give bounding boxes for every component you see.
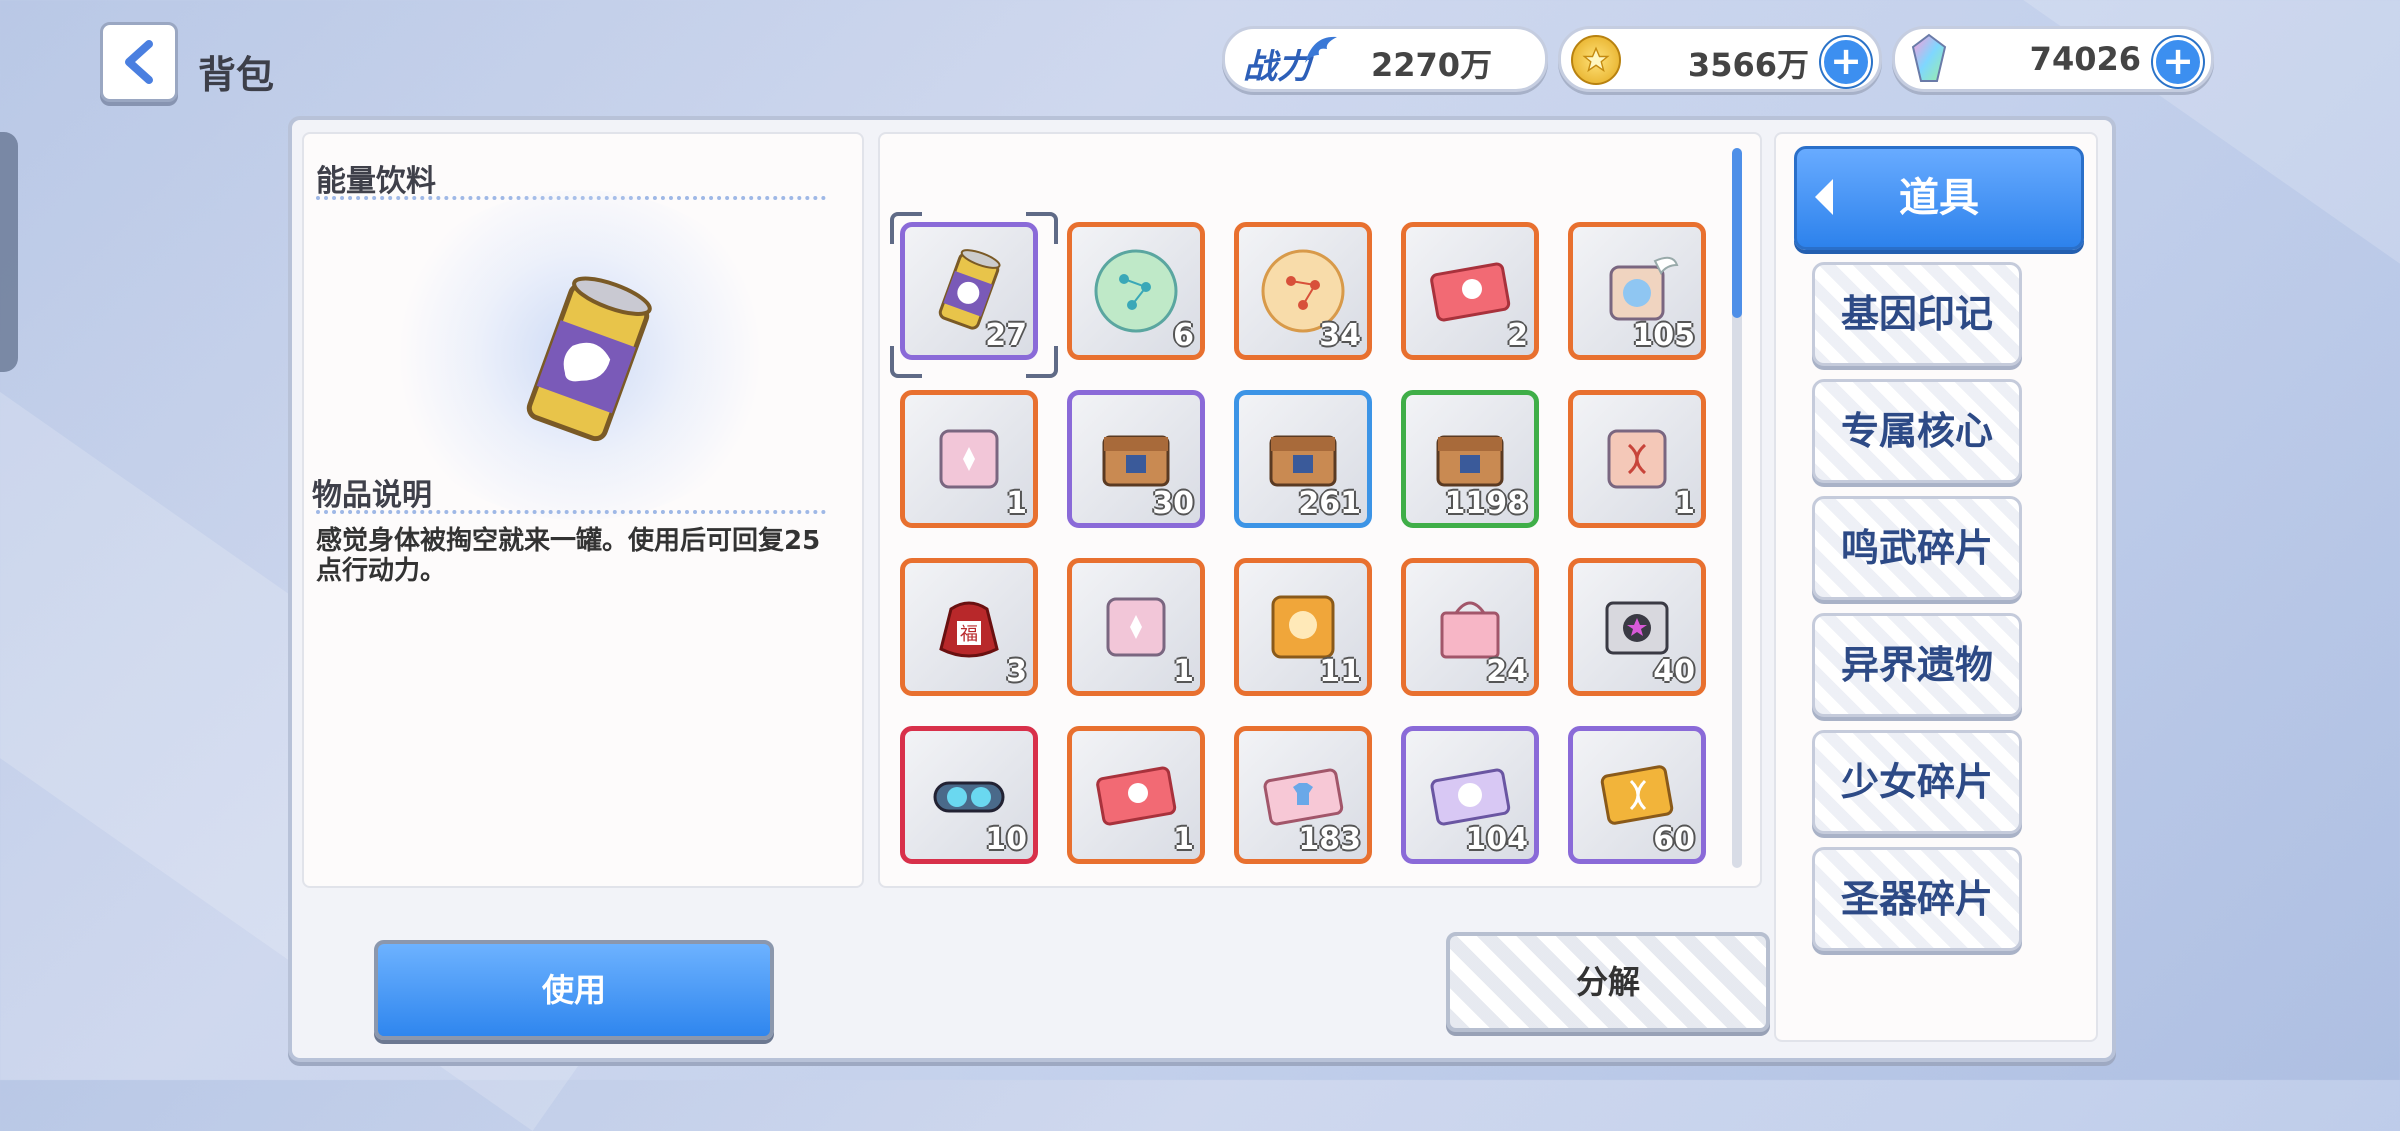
page-title: 背包: [198, 53, 275, 97]
power-value: 2270万: [1371, 46, 1493, 84]
item-count: 1: [1674, 486, 1695, 521]
power-display: 战力 2270万: [1222, 26, 1548, 92]
item-count: 30: [1152, 486, 1194, 521]
item-count: 1: [1006, 486, 1027, 521]
inventory-item[interactable]: 2: [1401, 222, 1539, 360]
inventory-item[interactable]: 1: [1568, 390, 1706, 528]
item-count: 1: [1173, 822, 1194, 857]
inventory-item[interactable]: 261: [1234, 390, 1372, 528]
category-tab-weapon-shards[interactable]: 鸣武碎片: [1812, 496, 2022, 600]
category-tab-girl-shards[interactable]: 少女碎片: [1812, 730, 2022, 834]
inventory-item[interactable]: 1198: [1401, 390, 1539, 528]
add-gold-button[interactable]: +: [1821, 37, 1871, 87]
use-button[interactable]: 使用: [374, 940, 774, 1040]
inventory-item[interactable]: 11: [1234, 558, 1372, 696]
chevron-left-icon: [125, 40, 153, 84]
item-count: 27: [985, 318, 1027, 353]
item-count: 104: [1465, 822, 1528, 857]
item-count: 261: [1298, 486, 1361, 521]
inventory-item[interactable]: 6: [1067, 222, 1205, 360]
item-count: 105: [1632, 318, 1695, 353]
item-count: 10: [985, 822, 1027, 857]
inventory-item[interactable]: 34: [1234, 222, 1372, 360]
gem-value: 74026: [2029, 40, 2141, 78]
gold-coin-icon: [1571, 35, 1621, 85]
item-name: 能量饮料: [316, 164, 436, 199]
inventory-item[interactable]: 40: [1568, 558, 1706, 696]
inventory-item[interactable]: 1: [900, 390, 1038, 528]
wing-icon: [1303, 33, 1339, 65]
item-count: 34: [1319, 318, 1361, 353]
inventory-item[interactable]: 105: [1568, 222, 1706, 360]
gold-value: 3566万: [1687, 46, 1809, 84]
scrollbar-thumb[interactable]: [1732, 148, 1742, 318]
category-tab-relics[interactable]: 异界遗物: [1812, 613, 2022, 717]
item-count: 183: [1298, 822, 1361, 857]
item-count: 6: [1173, 318, 1194, 353]
item-count: 1: [1173, 654, 1194, 689]
item-count: 40: [1653, 654, 1695, 689]
svg-text:福: 福: [960, 624, 978, 645]
side-drawer-handle[interactable]: [0, 132, 18, 372]
divider: [316, 510, 826, 514]
gem-display: 74026 +: [1892, 26, 2214, 92]
item-count: 60: [1653, 822, 1695, 857]
crystal-icon: [1911, 33, 1947, 83]
category-tab-label: 道具: [1899, 175, 1979, 221]
inventory-item[interactable]: 1: [1067, 558, 1205, 696]
selection-corner: [1026, 346, 1058, 378]
description-header: 物品说明: [312, 478, 432, 513]
category-tab-artifact-shards[interactable]: 圣器碎片: [1812, 847, 2022, 951]
category-tab-cores[interactable]: 专属核心: [1812, 379, 2022, 483]
add-gem-button[interactable]: +: [2153, 37, 2203, 87]
selection-corner: [890, 346, 922, 378]
category-tab-genes[interactable]: 基因印记: [1812, 262, 2022, 366]
inventory-item[interactable]: 104: [1401, 726, 1539, 864]
inventory-item[interactable]: 60: [1568, 726, 1706, 864]
power-label: 战力: [1243, 47, 1311, 87]
item-count: 1198: [1444, 486, 1529, 521]
item-description: 感觉身体被掏空就来一罐。使用后可回复25点行动力。: [316, 526, 821, 586]
item-count: 11: [1319, 654, 1361, 689]
gold-display: 3566万 +: [1558, 26, 1882, 92]
inventory-item[interactable]: 30: [1067, 390, 1205, 528]
decompose-button[interactable]: 分解: [1446, 932, 1770, 1032]
inventory-item[interactable]: 183: [1234, 726, 1372, 864]
item-count: 24: [1486, 654, 1528, 689]
category-tab-items[interactable]: 道具: [1794, 146, 2084, 250]
back-button[interactable]: [100, 22, 178, 102]
item-count: 3: [1006, 654, 1027, 689]
selection-corner: [890, 212, 922, 244]
inventory-item[interactable]: 福3: [900, 558, 1038, 696]
inventory-item[interactable]: 10: [900, 726, 1038, 864]
selection-corner: [1026, 212, 1058, 244]
inventory-item[interactable]: 1: [1067, 726, 1205, 864]
inventory-item[interactable]: 24: [1401, 558, 1539, 696]
item-count: 2: [1507, 318, 1528, 353]
energy-drink-large-icon: [498, 262, 678, 462]
